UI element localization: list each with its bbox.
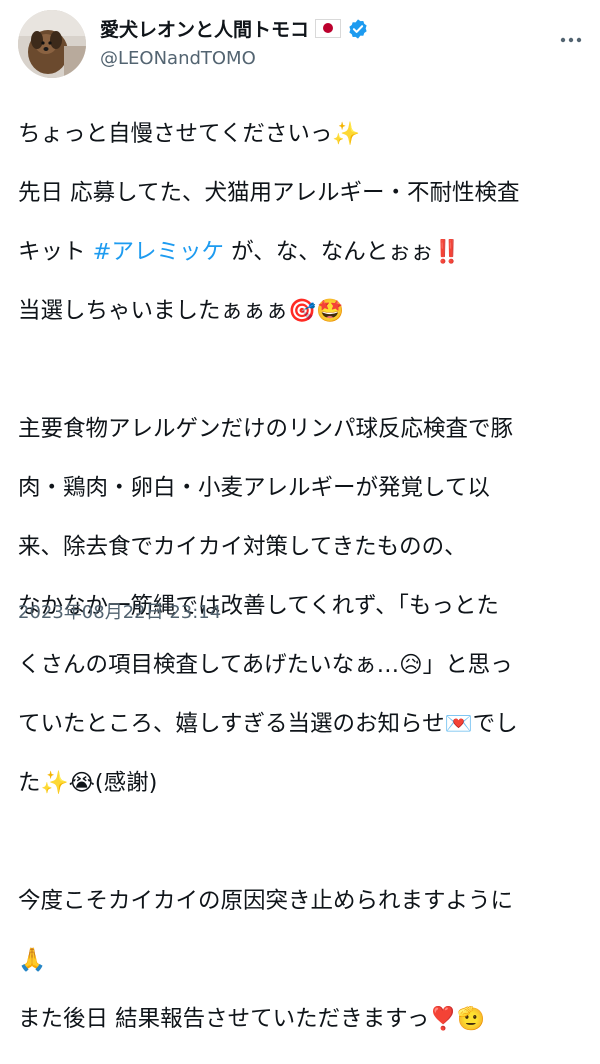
- tweet-line: また後日 結果報告させていただきますっ❣️🫡: [18, 1005, 486, 1032]
- tweet-line: くさんの項目検査してあげたいなぁ…😥」と思っ: [18, 651, 513, 678]
- author-handle[interactable]: @LEONandTOMO: [100, 48, 256, 69]
- more-options-icon[interactable]: [556, 28, 586, 52]
- tweet-timestamp[interactable]: 2023年08月22日 23:14: [18, 598, 221, 624]
- avatar[interactable]: [18, 10, 86, 78]
- tweet-line: キット #アレミッケ が、な、なんとぉぉ‼️: [18, 238, 590, 268]
- tweet-line-prefix: キット: [18, 238, 93, 265]
- tweet-line: 主要食物アレルゲンだけのリンパ球反応検査で豚: [18, 415, 514, 442]
- tweet-line: ちょっと自慢させてくださいっ✨: [18, 120, 361, 147]
- verified-badge-icon: [349, 18, 367, 39]
- author-row: 愛犬レオンと人間トモコ: [100, 15, 369, 42]
- tweet-line: 🙏: [18, 946, 47, 973]
- tweet-line: 肉・鶏肉・卵白・小麦アレルギーが発覚して以: [18, 474, 490, 501]
- tweet-line: 先日 応募してた、犬猫用アレルギー・不耐性検査: [18, 179, 520, 206]
- tweet-line: 来、除去食でカイカイ対策してきたものの、: [18, 533, 467, 560]
- tweet-line: た✨😭(感謝): [18, 769, 158, 796]
- tweet-line: [18, 828, 590, 858]
- tweet-line: [18, 356, 590, 386]
- tweet-line: 今度こそカイカイの原因突き止められますように: [18, 887, 514, 914]
- tweet-line: ていたところ、嬉しすぎる当選のお知らせ💌でし: [18, 710, 518, 737]
- author-name[interactable]: 愛犬レオンと人間トモコ: [100, 15, 309, 42]
- tweet-line-suffix: が、な、なんとぉぉ‼️: [224, 238, 462, 265]
- hashtag-link[interactable]: #アレミッケ: [93, 239, 224, 265]
- japan-flag-icon: [315, 19, 342, 38]
- tweet-text: ちょっと自慢させてくださいっ✨ 先日 応募してた、犬猫用アレルギー・不耐性検査 …: [18, 90, 590, 1064]
- tweet-line: 当選しちゃいましたぁぁぁ🎯🤩: [18, 297, 345, 324]
